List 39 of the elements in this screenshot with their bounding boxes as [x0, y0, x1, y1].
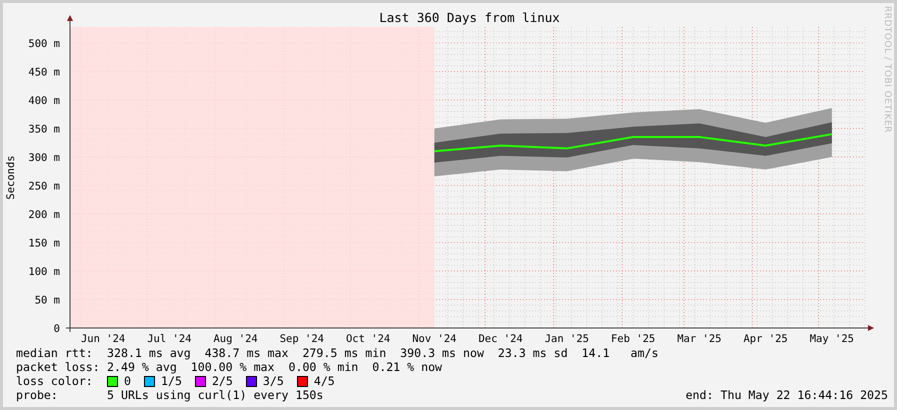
x-tick-label: Jan '25: [544, 333, 589, 345]
legend-item-label: 1/5: [160, 374, 182, 388]
legend-values: 2.49 % avg 100.00 % max 0.00 % min 0.21 % now: [107, 360, 442, 374]
y-tick-label: 150 m: [28, 238, 60, 250]
x-tick-label: Apr '25: [744, 333, 788, 345]
x-tick-label: Feb '25: [611, 333, 656, 345]
side-note: RRDTOOL / TOBI OETIKER: [882, 6, 892, 133]
legend-item-label: 3/5: [262, 374, 284, 388]
x-tick-label: May '25: [810, 333, 854, 345]
x-tick-label: Aug '24: [214, 333, 258, 345]
legend-item-label: 0: [124, 374, 131, 388]
legend-values: 328.1 ms avg 438.7 ms max 279.5 ms min 390.3 ms now 23.3 ms sd 14.1 am/s: [107, 346, 658, 360]
x-tick-label: Dec '24: [478, 333, 523, 345]
legend-label: probe:: [16, 388, 59, 402]
legend-label: packet loss:: [16, 360, 101, 374]
y-tick-label: 400 m: [28, 94, 60, 107]
y-tick-label: 100 m: [28, 266, 60, 278]
y-tick-label: 500 m: [28, 38, 60, 50]
y-tick-label: 0: [54, 323, 60, 335]
chart-title: Last 360 Days from linux: [379, 10, 560, 25]
y-tick-label: 200 m: [28, 208, 60, 221]
probe-description: 5 URLs using curl(1) every 150s: [107, 388, 324, 402]
legend-label: loss color:: [16, 374, 94, 388]
x-tick-label: Nov '24: [412, 333, 456, 345]
end-time: end: Thu May 22 16:44:16 2025: [686, 388, 888, 402]
y-tick-label: 50 m: [34, 294, 60, 306]
y-tick-label: 300 m: [28, 152, 60, 164]
y-axis-title: Seconds: [5, 155, 17, 200]
x-tick-label: Mar '25: [677, 333, 722, 345]
x-tick-label: Sep '24: [280, 333, 324, 345]
y-tick-label: 350 m: [28, 123, 60, 136]
x-tick-label: Oct '24: [346, 333, 390, 345]
legend-label: median rtt:: [16, 346, 94, 360]
x-tick-label: Jul '24: [147, 333, 192, 345]
y-tick-label: 250 m: [28, 180, 60, 192]
x-tick-label: Jun '24: [81, 333, 126, 345]
y-tick-label: 450 m: [28, 66, 60, 78]
legend-item-label: 4/5: [314, 374, 335, 388]
legend-item-label: 2/5: [212, 374, 233, 388]
